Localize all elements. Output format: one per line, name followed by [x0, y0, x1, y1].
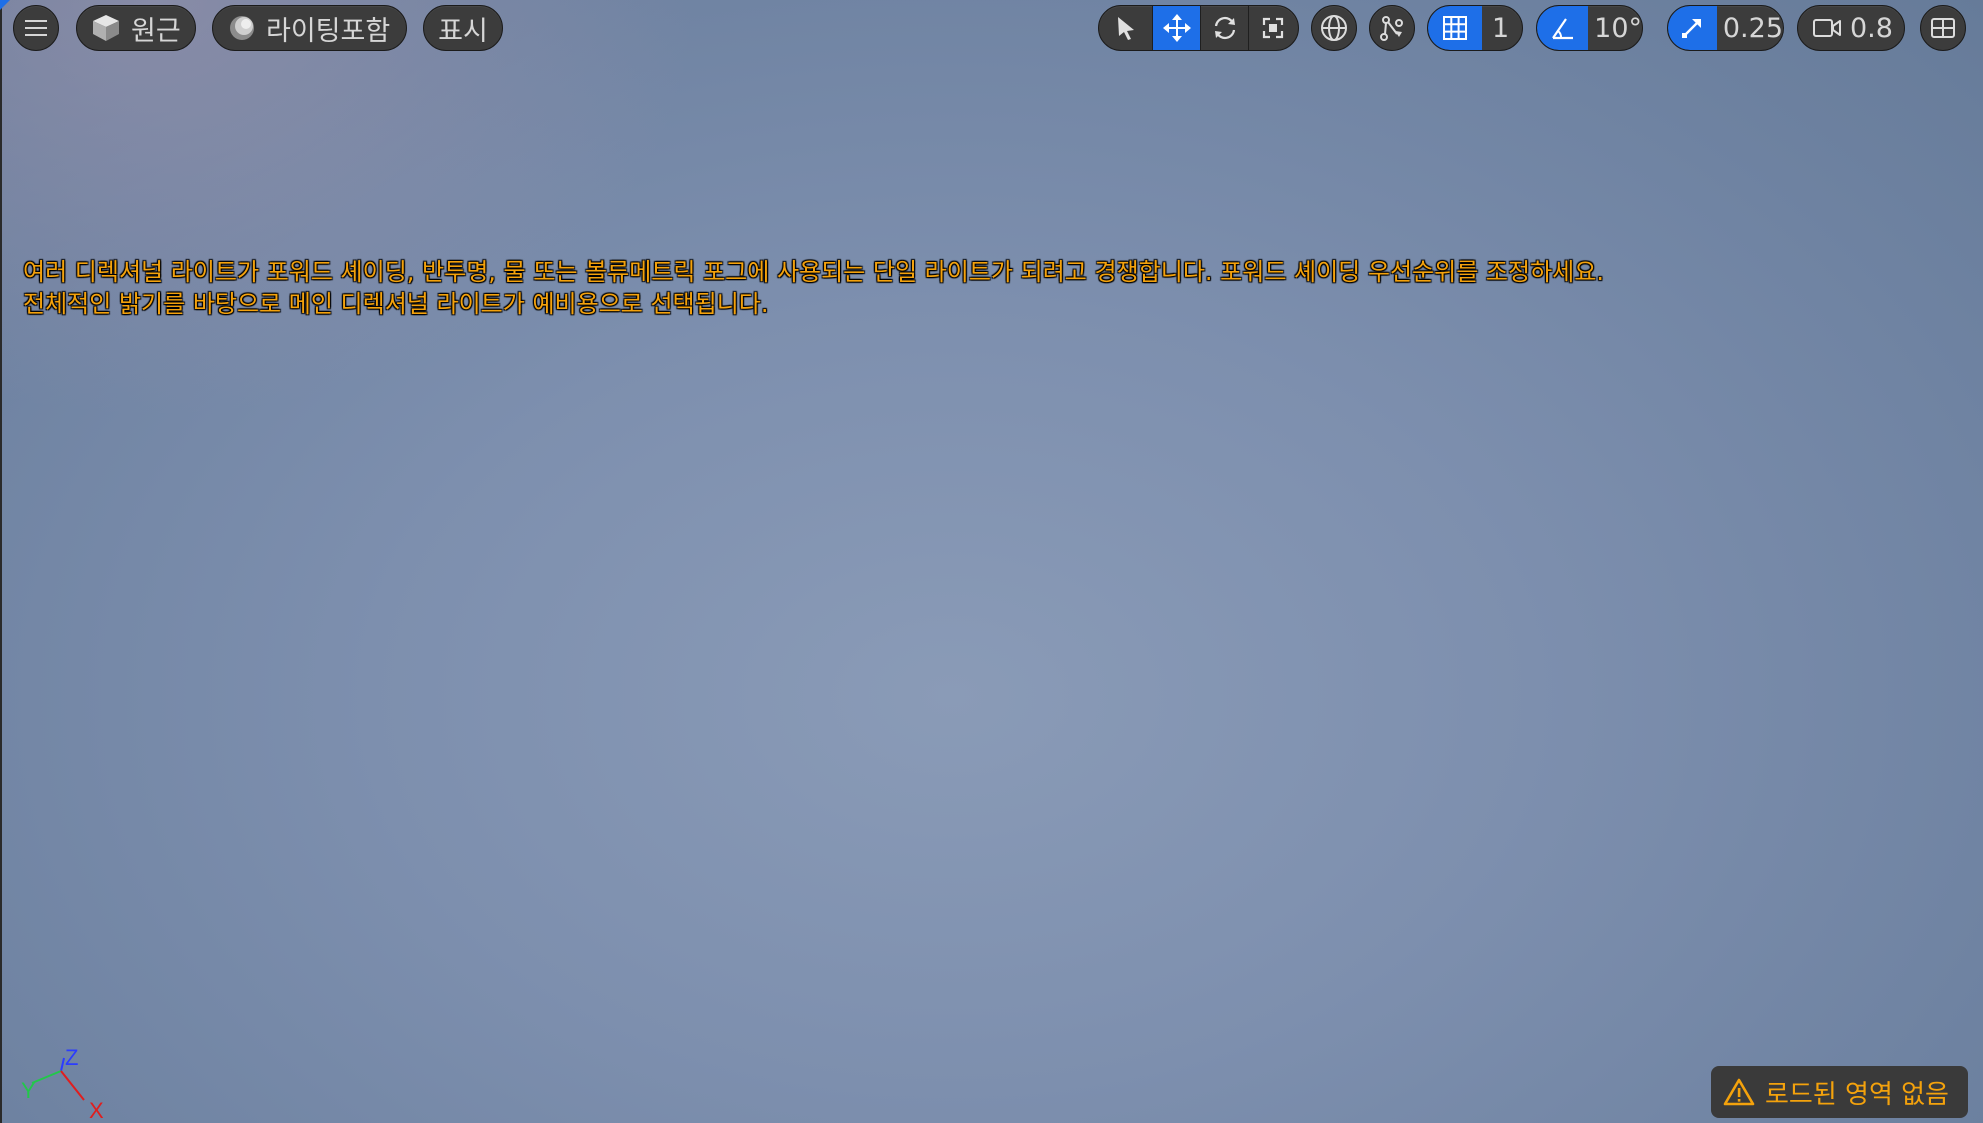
- region-status-badge[interactable]: 로드된 영역 없음: [1711, 1066, 1968, 1118]
- select-tool-button[interactable]: [1099, 6, 1152, 50]
- viewport-border: [0, 0, 2, 1123]
- rotation-snap-group: 10°: [1536, 5, 1643, 51]
- grid-snap-toggle[interactable]: [1428, 6, 1482, 50]
- move-arrows-icon: [1162, 14, 1191, 42]
- grid-snap-value: 1: [1492, 12, 1510, 44]
- axis-x-label: X: [89, 1098, 104, 1120]
- show-flags-label: 표시: [438, 15, 488, 47]
- layout-grid-icon: [1931, 18, 1955, 38]
- lighting-mode-button[interactable]: 라이팅포함: [212, 5, 407, 51]
- scale-snap-value: 0.25: [1722, 12, 1783, 44]
- translate-tool-button[interactable]: [1152, 6, 1200, 50]
- warning-line-1: 여러 디렉셔널 라이트가 포워드 셰이딩, 반투명, 물 또는 볼류메트릭 포그…: [23, 258, 1604, 286]
- warning-triangle-icon: [1723, 1078, 1755, 1106]
- axis-gizmo: Z Y X: [21, 1045, 104, 1120]
- viewport-lighting-tint: [0, 0, 700, 420]
- lighting-mode-label: 라이팅포함: [266, 15, 391, 47]
- region-status-text: 로드된 영역 없음: [1765, 1079, 1949, 1110]
- warning-line-2: 전체적인 밝기를 바탕으로 메인 디렉셔널 라이트가 예비용으로 선택됩니다.: [23, 290, 769, 318]
- scale-tool-button[interactable]: [1248, 6, 1296, 50]
- lit-sphere-icon: [230, 16, 254, 40]
- view-mode-label: 원근: [131, 15, 181, 47]
- scale-icon: [1262, 17, 1283, 39]
- rotation-snap-value: 10°: [1594, 12, 1642, 44]
- grid-snap-group: 1: [1427, 5, 1523, 51]
- globe-icon: [1321, 15, 1347, 41]
- hamburger-icon: [25, 20, 47, 36]
- surface-snap-icon: [1380, 16, 1403, 41]
- surface-snap-button[interactable]: [1369, 5, 1415, 51]
- cursor-arrow-icon: [1117, 17, 1134, 40]
- rotate-icon: [1214, 16, 1235, 40]
- perspective-cube-icon: [93, 15, 119, 41]
- viewport-active-marker: [0, 0, 10, 10]
- view-mode-button[interactable]: 원근: [76, 5, 196, 51]
- directional-light-warning: 여러 디렉셔널 라이트가 포워드 셰이딩, 반투명, 물 또는 볼류메트릭 포그…: [23, 256, 1923, 320]
- camera-icon: [1813, 19, 1841, 37]
- show-flags-button[interactable]: 표시: [423, 5, 503, 51]
- viewport-layout-button[interactable]: [1920, 5, 1966, 51]
- axis-y-label: Y: [21, 1078, 36, 1103]
- camera-speed-button[interactable]: 0.8: [1797, 5, 1905, 51]
- scale-snap-group: 0.25: [1667, 5, 1784, 51]
- grid-snap-value-dropdown[interactable]: 1: [1482, 6, 1509, 50]
- camera-speed-value: 0.8: [1850, 12, 1893, 44]
- angle-icon: [1551, 18, 1573, 40]
- rotate-tool-button[interactable]: [1200, 6, 1248, 50]
- axis-z-label: Z: [65, 1045, 78, 1070]
- rotation-snap-value-dropdown[interactable]: 10°: [1588, 6, 1642, 50]
- rotation-snap-toggle[interactable]: [1537, 6, 1589, 50]
- scale-snap-value-dropdown[interactable]: 0.25: [1717, 6, 1783, 50]
- scale-arrow-icon: [1682, 19, 1702, 38]
- coordinate-space-button[interactable]: [1311, 5, 1357, 51]
- grid-icon: [1443, 16, 1467, 40]
- transform-tools-group: [1098, 5, 1299, 51]
- scale-snap-toggle[interactable]: [1668, 6, 1717, 50]
- viewport-menu-button[interactable]: [13, 5, 59, 51]
